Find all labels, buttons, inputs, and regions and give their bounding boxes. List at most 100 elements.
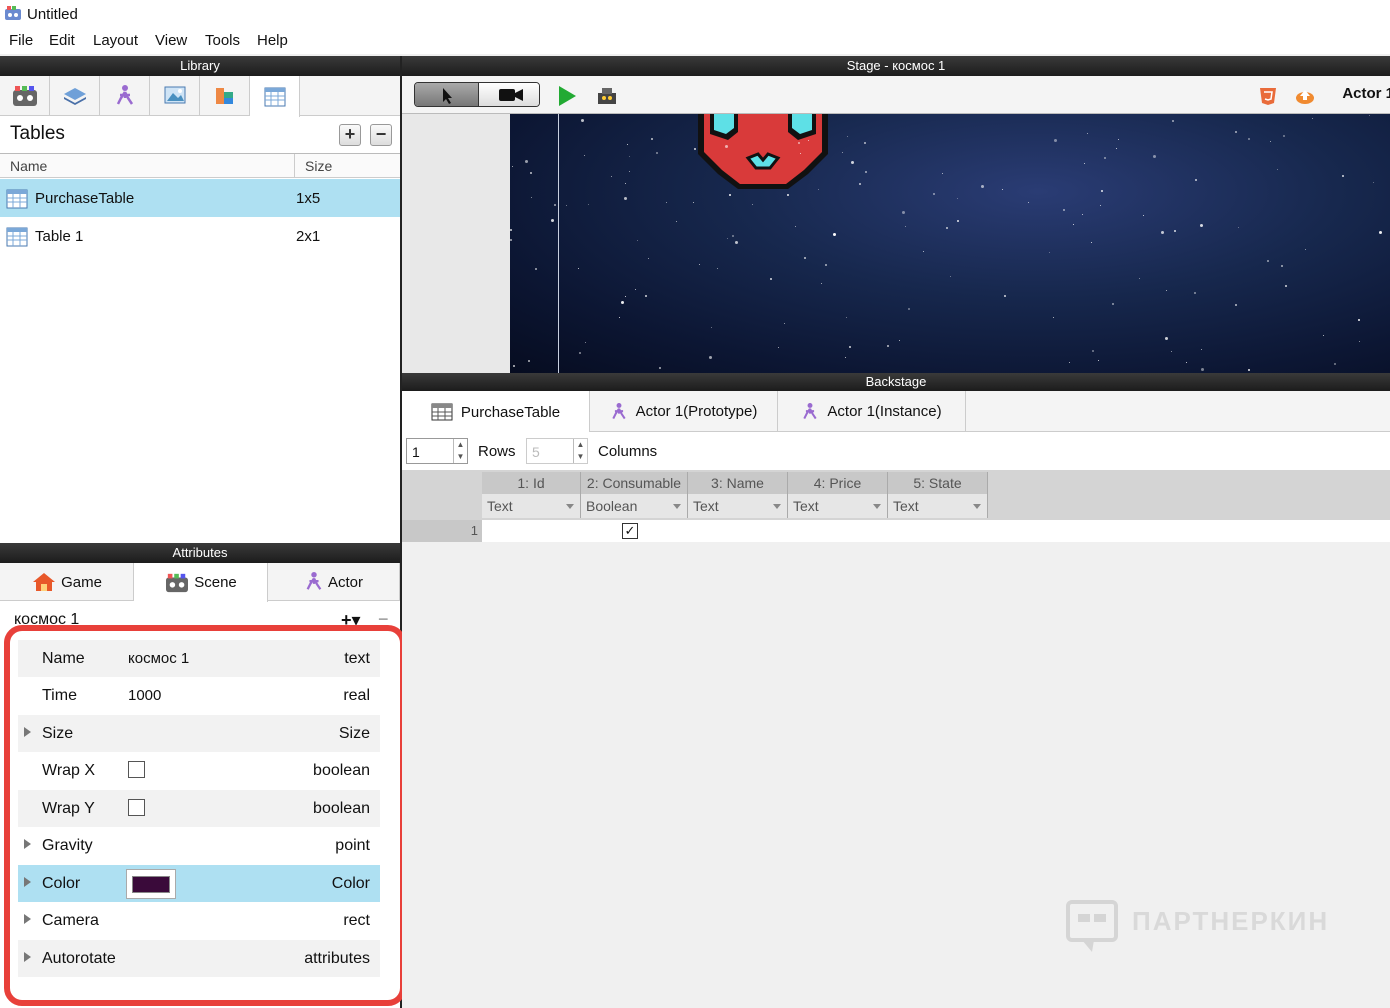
select-mode-button[interactable] bbox=[415, 83, 478, 106]
star bbox=[1139, 278, 1140, 279]
star bbox=[1270, 141, 1271, 142]
remove-table-button[interactable]: − bbox=[370, 124, 392, 146]
attribute-row-time[interactable]: Time 1000 real bbox=[18, 677, 380, 714]
attribute-row-autorotate[interactable]: Autorotate attributes bbox=[18, 940, 380, 977]
columns-label: Columns bbox=[598, 443, 658, 460]
star bbox=[1054, 139, 1057, 142]
column-header[interactable]: 2: Consumable Boolean bbox=[581, 472, 688, 518]
attribute-row-size[interactable]: Size Size bbox=[18, 715, 380, 752]
star bbox=[957, 198, 958, 199]
library-tab-blocks[interactable] bbox=[200, 76, 250, 116]
star bbox=[699, 264, 700, 265]
column-header[interactable]: 1: Id Text bbox=[482, 472, 581, 518]
table-row[interactable]: PurchaseTable 1x5 bbox=[0, 179, 400, 217]
column-header[interactable]: 3: Name Text bbox=[688, 472, 788, 518]
column-size-header[interactable]: Size bbox=[305, 158, 332, 174]
column-type-dropdown[interactable]: Boolean bbox=[581, 494, 687, 518]
column-header[interactable]: 4: Price Text bbox=[788, 472, 888, 518]
camera-mode-button[interactable] bbox=[478, 83, 539, 106]
play-icon[interactable] bbox=[556, 84, 578, 108]
expand-arrow-icon[interactable] bbox=[24, 727, 31, 737]
tab-game[interactable]: Game bbox=[0, 563, 134, 601]
title-bar: Untitled bbox=[0, 0, 1390, 28]
table-name: Table 1 bbox=[35, 228, 84, 245]
wrap-y-checkbox[interactable] bbox=[128, 799, 145, 816]
add-table-button[interactable]: + bbox=[339, 124, 361, 146]
menu-help[interactable]: Help bbox=[257, 32, 288, 49]
color-swatch[interactable] bbox=[126, 869, 176, 899]
star bbox=[1082, 214, 1083, 215]
cloud-upload-icon[interactable] bbox=[1294, 85, 1316, 107]
star bbox=[1084, 163, 1085, 164]
library-tab-scenes[interactable] bbox=[0, 76, 50, 116]
expand-arrow-icon[interactable] bbox=[24, 839, 31, 849]
tab-purchase-table[interactable]: PurchaseTable bbox=[402, 391, 590, 433]
html5-icon[interactable] bbox=[1258, 86, 1278, 106]
menu-tools[interactable]: Tools bbox=[205, 32, 240, 49]
rows-stepper[interactable]: 1 ▲ ▼ bbox=[406, 438, 468, 464]
backstage-header: Backstage bbox=[402, 373, 1390, 391]
library-tab-layers[interactable] bbox=[50, 76, 100, 116]
star bbox=[905, 226, 906, 227]
tab-actor-instance[interactable]: Actor 1(Instance) bbox=[778, 391, 966, 432]
robot-icon[interactable] bbox=[596, 86, 618, 106]
tab-scene[interactable]: Scene bbox=[134, 563, 268, 602]
attribute-row-gravity[interactable]: Gravity point bbox=[18, 827, 380, 864]
attribute-row-name[interactable]: Name космос 1 text bbox=[18, 640, 380, 677]
star bbox=[957, 220, 959, 222]
row-number: 1 bbox=[402, 520, 482, 542]
star bbox=[625, 296, 626, 297]
menu-view[interactable]: View bbox=[155, 32, 187, 49]
tab-actor[interactable]: Actor bbox=[268, 563, 400, 601]
table-grid-header: 1: Id Text 2: Consumable Boolean 3: Name… bbox=[402, 470, 1390, 520]
attribute-value[interactable]: 1000 bbox=[128, 687, 161, 704]
table-row[interactable]: 1 ✓ bbox=[402, 520, 1390, 542]
star bbox=[510, 239, 512, 241]
consumable-checkbox[interactable]: ✓ bbox=[622, 523, 638, 539]
menu-file[interactable]: File bbox=[9, 32, 33, 49]
attribute-row-wrap-y[interactable]: Wrap Y boolean bbox=[18, 790, 380, 827]
library-tab-tables[interactable] bbox=[250, 76, 300, 117]
remove-attribute-button[interactable]: − bbox=[378, 609, 389, 630]
expand-arrow-icon[interactable] bbox=[24, 914, 31, 924]
attribute-value[interactable]: космос 1 bbox=[128, 650, 189, 667]
attribute-row-color[interactable]: Color Color bbox=[18, 865, 380, 902]
column-type-dropdown[interactable]: Text bbox=[482, 494, 580, 518]
add-attribute-button[interactable]: +▾ bbox=[341, 610, 361, 631]
star bbox=[659, 367, 661, 369]
library-tab-actors[interactable] bbox=[100, 76, 150, 116]
star bbox=[1235, 304, 1237, 306]
star bbox=[833, 233, 836, 236]
menu-edit[interactable]: Edit bbox=[49, 32, 75, 49]
column-type-dropdown[interactable]: Text bbox=[888, 494, 987, 518]
table-row[interactable]: Table 1 2x1 bbox=[0, 217, 400, 255]
actor-icon bbox=[803, 402, 817, 419]
column-type-dropdown[interactable]: Text bbox=[688, 494, 787, 518]
star bbox=[635, 289, 636, 290]
wrap-x-checkbox[interactable] bbox=[128, 761, 145, 778]
attribute-row-camera[interactable]: Camera rect bbox=[18, 902, 380, 939]
stage-canvas[interactable] bbox=[402, 114, 1390, 373]
expand-arrow-icon[interactable] bbox=[24, 952, 31, 962]
attribute-key: Camera bbox=[42, 912, 99, 929]
star bbox=[1201, 368, 1204, 371]
stepper-arrows-icon[interactable]: ▲ ▼ bbox=[453, 439, 467, 463]
star bbox=[1305, 249, 1306, 250]
columns-stepper: 5 ▲ ▼ bbox=[526, 438, 588, 464]
attribute-row-wrap-x[interactable]: Wrap X boolean bbox=[18, 752, 380, 789]
star bbox=[1200, 224, 1203, 227]
star bbox=[787, 194, 789, 196]
alien-sprite[interactable] bbox=[688, 114, 838, 198]
column-type-dropdown[interactable]: Text bbox=[788, 494, 887, 518]
stage-mode-switch bbox=[414, 82, 540, 107]
expand-arrow-icon[interactable] bbox=[24, 877, 31, 887]
tab-actor-prototype[interactable]: Actor 1(Prototype) bbox=[590, 391, 778, 432]
menu-layout[interactable]: Layout bbox=[93, 32, 138, 49]
stage-header: Stage - космос 1 bbox=[402, 56, 1390, 76]
column-name-header[interactable]: Name bbox=[10, 158, 47, 174]
library-tab-images[interactable] bbox=[150, 76, 200, 116]
column-header[interactable]: 5: State Text bbox=[888, 472, 988, 518]
star bbox=[651, 138, 653, 140]
table-icon bbox=[431, 403, 453, 421]
star bbox=[1100, 205, 1101, 206]
